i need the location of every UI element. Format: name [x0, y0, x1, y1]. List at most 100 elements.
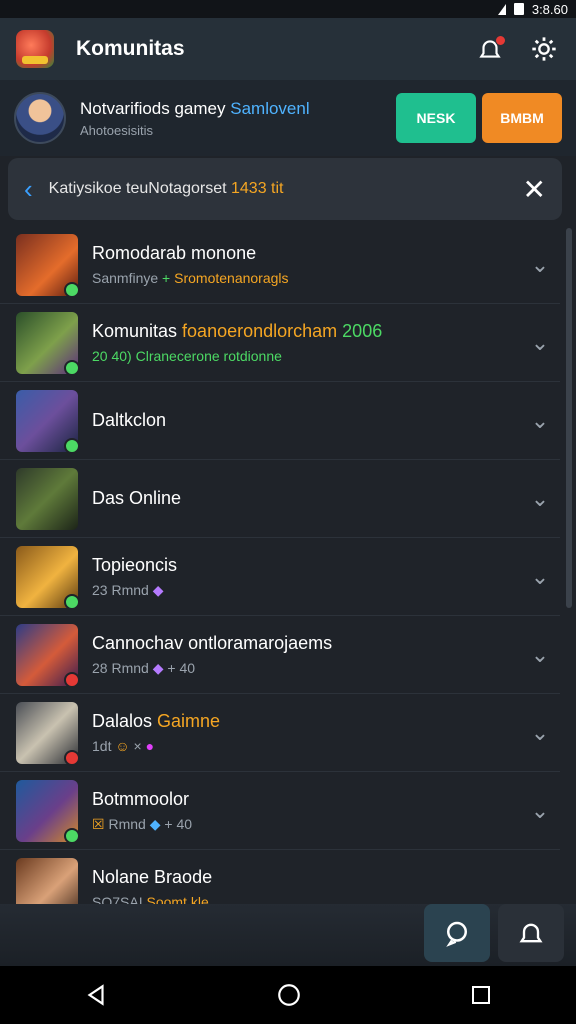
close-icon[interactable]: ✕	[523, 173, 546, 206]
online-badge	[64, 281, 80, 298]
cross-icon: ☒	[92, 815, 105, 832]
back-arrow-icon[interactable]: ‹	[24, 174, 33, 205]
gem-icon: ●	[145, 738, 155, 754]
item-text: Nolane Braode SO7SAI Soomt kle	[92, 867, 560, 906]
item-thumbnail	[16, 623, 80, 688]
item-thumbnail	[16, 545, 80, 610]
item-title: Romodarab monone	[92, 243, 257, 263]
item-thumbnail	[16, 233, 80, 298]
item-text: Cannochav ontloramarojaems 28 Rmnd ◆ + 4…	[92, 633, 520, 677]
list-item[interactable]: Daltkclon ⌄	[0, 382, 560, 460]
search-text-accent: 1433 tit	[231, 180, 284, 197]
list-item[interactable]: Cannochav ontloramarojaems 28 Rmnd ◆ + 4…	[0, 616, 560, 694]
bell-icon	[519, 923, 543, 943]
item-thumbnail	[16, 311, 80, 376]
item-sub-main: Rmnd	[108, 815, 146, 832]
plus-icon: +	[162, 270, 175, 286]
item-sub-main: 23 Rmnd	[92, 581, 149, 598]
status-badge	[64, 749, 80, 766]
list-item[interactable]: Botmmoolor ☒ Rmnd ◆ + 40 ⌄	[0, 772, 560, 850]
chevron-down-icon[interactable]: ⌄	[520, 564, 560, 590]
list-item[interactable]: Romodarab monone Sanmfinye + Sromotenano…	[0, 226, 560, 304]
emoji-icon: ☺	[115, 738, 130, 754]
chevron-down-icon[interactable]: ⌄	[520, 642, 560, 668]
community-list: Romodarab monone Sanmfinye + Sromotenano…	[0, 226, 576, 906]
item-title: Topieoncis	[92, 554, 178, 575]
list-item[interactable]: Topieoncis 23 Rmnd ◆ ⌄	[0, 538, 560, 616]
user-subtitle: Ahotoesisitis	[80, 122, 153, 138]
item-thumbnail	[16, 467, 78, 530]
item-title: Cannochav ontloramarojaems	[92, 632, 333, 653]
chevron-down-icon[interactable]: ⌄	[520, 408, 560, 434]
item-title: Nolane Braode	[92, 867, 213, 887]
user-title-main: Notvarifiods gamey	[80, 98, 231, 118]
list-item[interactable]: Dalalos Gaimne 1dt ☺ × ● ⌄	[0, 694, 560, 772]
online-badge	[64, 359, 80, 376]
item-title-main: Dalalos	[92, 711, 158, 731]
back-icon[interactable]	[83, 982, 109, 1008]
user-info: Notvarifiods gamey Samlovenl Ahotoesisit…	[80, 99, 396, 138]
list-item[interactable]: Komunitas foanoerondlorcham 2006 20 40) …	[0, 304, 560, 382]
item-thumbnail	[16, 701, 80, 766]
battery-icon	[513, 3, 524, 15]
item-sub-tail: + 40	[167, 659, 196, 676]
gem-icon: ◆	[152, 581, 164, 598]
user-title-accent: Samlovenl	[230, 98, 310, 118]
item-title-tail: 2006	[342, 321, 383, 341]
orange-action-button[interactable]: BMBM	[482, 93, 562, 143]
chevron-down-icon[interactable]: ⌄	[520, 486, 560, 512]
gear-icon	[532, 37, 556, 61]
chat-button[interactable]	[424, 904, 490, 962]
recents-icon[interactable]	[469, 983, 493, 1007]
app-logo	[16, 30, 54, 68]
list-item[interactable]: Das Online ⌄	[0, 460, 560, 538]
search-bar[interactable]: ‹ Katiysikoe teuNotagorset 1433 tit ✕	[8, 158, 562, 220]
search-text: Katiysikoe teuNotagorset 1433 tit	[49, 180, 523, 198]
signal-icon	[497, 3, 506, 15]
user-row: Notvarifiods gamey Samlovenl Ahotoesisit…	[0, 80, 576, 156]
item-sub-tail: + 40	[164, 815, 193, 832]
alerts-button[interactable]	[498, 904, 564, 962]
item-text: Romodarab monone Sanmfinye + Sromotenano…	[92, 243, 520, 286]
green-action-button[interactable]: NESK	[396, 93, 476, 143]
item-text: Komunitas foanoerondlorcham 2006 20 40) …	[92, 321, 520, 364]
item-text: Dalalos Gaimne 1dt ☺ × ●	[92, 711, 520, 754]
status-time: 3:8.60	[531, 1, 568, 17]
list-item[interactable]: Nolane Braode SO7SAI Soomt kle	[0, 850, 560, 906]
item-title: Komunitas foanoerondlorcham 2006	[92, 321, 520, 342]
notifications-button[interactable]	[474, 33, 506, 65]
chevron-down-icon[interactable]: ⌄	[520, 330, 560, 356]
home-icon[interactable]	[276, 982, 302, 1008]
diamond-icon: ◆	[149, 815, 161, 832]
item-subtitle: 20 40) Clranecerone rotdionne	[92, 348, 520, 364]
chevron-down-icon[interactable]: ⌄	[520, 798, 560, 824]
notification-dot	[495, 35, 506, 46]
status-badge	[64, 671, 80, 688]
settings-button[interactable]	[528, 33, 560, 65]
item-sub-accent: Sromotenanoragls	[174, 270, 289, 286]
online-badge	[64, 437, 80, 454]
item-thumbnail	[16, 779, 80, 844]
item-title-accent: Gaimne	[157, 711, 221, 731]
chevron-down-icon[interactable]: ⌄	[520, 720, 560, 746]
online-badge	[64, 593, 80, 610]
status-bar: 3:8.60	[0, 0, 576, 18]
item-title: Daltkclon	[92, 410, 167, 430]
bottom-dock	[0, 904, 576, 966]
item-title: Dalalos Gaimne	[92, 711, 520, 732]
item-sub-main: Sanmfinye	[92, 270, 163, 286]
item-text: Topieoncis 23 Rmnd ◆	[92, 555, 520, 599]
scrollbar[interactable]	[566, 228, 572, 608]
avatar[interactable]	[14, 92, 66, 144]
gem-icon: ◆	[152, 659, 164, 676]
item-thumbnail	[16, 857, 78, 906]
item-sub-main: 1dt	[92, 738, 112, 754]
item-title: Das Online	[92, 488, 182, 508]
item-subtitle: 1dt ☺ × ●	[92, 738, 155, 754]
item-title: Botmmoolor	[92, 788, 190, 809]
item-subtitle: 28 Rmnd ◆ + 40	[92, 660, 520, 677]
item-title-accent: foanoerondlorcham	[182, 321, 338, 341]
item-subtitle: 23 Rmnd ◆	[92, 582, 520, 599]
chevron-down-icon[interactable]: ⌄	[520, 252, 560, 278]
search-text-main: Katiysikoe teuNotagorset	[48, 180, 231, 197]
